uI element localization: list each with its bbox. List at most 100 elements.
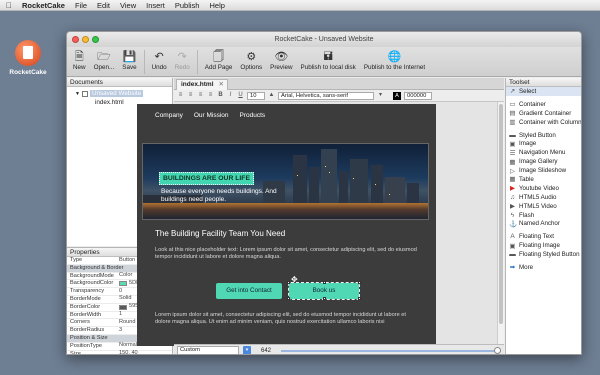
property-value[interactable]: 150, 40 [119,350,172,355]
tool-item[interactable]: ▣ Floating Image [506,241,581,250]
resize-handle[interactable] [287,281,290,284]
tool-item[interactable]: ▬ Floating Styled Button [506,250,581,259]
property-value-text: Button [119,256,136,263]
property-row[interactable]: Size 150, 40 [67,350,172,355]
nav-products[interactable]: Products [240,112,266,119]
tool-item[interactable]: ▷ Image Slideshow [506,166,581,175]
add-page-label: Add Page [204,64,233,71]
toolset-list: ↗ Select ▭ Container ▤ Gradient Container ▥ Con… [506,87,581,272]
toolbar-separator [143,50,145,74]
preview-button[interactable]: 👁 Preview [266,47,296,71]
column-container-icon: ▥ [509,119,516,127]
color-swatch-icon[interactable]: A [393,91,401,100]
open-button[interactable]: 🗁 Open... [90,47,119,71]
tab-index-html[interactable]: index.html ✕ [176,79,228,90]
resize-handle[interactable] [358,297,361,300]
window-title: RocketCake - Unsaved Website [274,36,374,43]
add-page-button[interactable]: 🗍 Add Page [201,47,237,71]
tool-item[interactable]: ▣ Image [506,139,581,148]
menu-file[interactable]: File [75,1,87,10]
resize-handle[interactable] [287,297,290,300]
get-into-contact-button[interactable]: Get into Contact [216,283,282,299]
tool-item[interactable]: ▭ Container [506,100,581,109]
tool-item[interactable]: ▶ HTML5 Video [506,202,581,211]
tool-item[interactable]: ➡ More [506,263,581,272]
tool-item[interactable]: ♫ HTML5 Audio [506,193,581,202]
tool-item[interactable]: ▦ Table [506,175,581,184]
zoom-window-button[interactable] [92,36,99,43]
page-paragraph-2[interactable]: Lorem ipsum dolor sit amet, consectetur … [155,312,421,326]
resize-handle[interactable] [323,281,326,284]
gradient-container-icon: ▤ [509,110,516,118]
close-window-button[interactable] [72,36,79,43]
close-tab-icon[interactable]: ✕ [219,80,224,90]
property-value-text: 150, 40 [119,350,138,355]
tool-item-label: Container [519,100,546,108]
tool-item[interactable]: A Floating Text [506,232,581,241]
tool-item[interactable]: ▦ Image Gallery [506,157,581,166]
menu-help[interactable]: Help [209,1,224,10]
publish-internet-icon: 🌐 [387,51,402,63]
redo-button[interactable]: ↷ Redo [171,47,194,71]
resize-handle[interactable] [323,297,326,300]
publish-local-button[interactable]: 🖬 Publish to local disk [297,47,360,71]
hero-image[interactable]: BUILDINGS ARE OUR LIFE Because everyone … [142,143,429,220]
align-center-icon[interactable]: ≡ [187,92,194,99]
desktop-app-icon[interactable]: RocketCake [8,40,48,76]
resize-handle[interactable] [358,281,361,284]
menu-publish[interactable]: Publish [175,1,200,10]
nav-our-mission[interactable]: Our Mission [194,112,229,119]
color-swatch[interactable] [119,281,127,287]
tool-item[interactable]: ▬ Styled Button [506,131,581,140]
desktop-icon-label: RocketCake [9,69,47,76]
page-paragraph[interactable]: Look at this nice placeholder text: Lore… [155,247,421,261]
tool-item[interactable]: ↗ Select [506,87,581,96]
undo-button[interactable]: ↶ Undo [148,47,171,71]
tool-item-label: Select [519,87,537,95]
tool-item[interactable]: ☰ Navigation Menu [506,148,581,157]
container-icon: ▭ [509,101,516,109]
minimize-window-button[interactable] [82,36,89,43]
tree-root-item[interactable]: ▼ Unsaved Website [75,89,172,98]
hero-banner-text[interactable]: BUILDINGS ARE OUR LIFE [159,172,254,185]
window-titlebar[interactable]: RocketCake - Unsaved Website [67,32,581,47]
menu-app-name[interactable]: RocketCake [22,1,65,10]
page-canvas[interactable]: Company Our Mission Products BUILDINGS A… [137,104,436,346]
tool-item-label: Gradient Container [519,109,572,117]
disclosure-triangle-icon[interactable]: ▼ [75,91,80,97]
bold-icon[interactable]: B [217,92,224,99]
justify-icon[interactable]: ≡ [207,92,214,99]
publish-internet-label: Publish to the Internet [363,64,426,71]
font-family-select[interactable]: Arial, Helvetica, sans-serif [278,91,374,100]
text-color-icon[interactable]: ▲ [268,92,275,99]
publish-internet-button[interactable]: 🌐 Publish to the Internet [360,47,429,71]
align-left-icon[interactable]: ≡ [177,92,184,99]
apple-icon[interactable]:  [6,1,12,10]
hero-subtext[interactable]: Because everyone needs buildings. And bu… [161,188,301,204]
menu-view[interactable]: View [120,1,136,10]
color-value-field[interactable]: 000000 [404,91,432,100]
move-handle-icon[interactable]: ✥ [291,275,298,284]
save-button[interactable]: 💾 Save [118,47,140,71]
underline-icon[interactable]: U [237,92,244,99]
gallery-icon: ▦ [509,158,516,166]
menu-insert[interactable]: Insert [146,1,165,10]
menu-edit[interactable]: Edit [97,1,110,10]
preview-icon: 👁 [274,51,289,63]
tool-item[interactable]: ▶ Youtube Video [506,184,581,193]
tool-item[interactable]: ▥ Container with Column [506,118,581,127]
options-button[interactable]: ⚙ Options [236,47,266,71]
property-value-text: Solid [119,295,132,302]
tool-item[interactable]: ⚓ Named Anchor [506,219,581,228]
dropdown-chevron-icon[interactable]: ▾ [377,92,384,99]
font-size-select[interactable]: 10 [247,91,265,100]
italic-icon[interactable]: I [227,92,234,99]
new-button[interactable]: 🗎 New [69,47,90,71]
page-heading[interactable]: The Building Facility Team You Need [155,229,285,238]
checkbox-icon[interactable] [81,90,88,97]
align-right-icon[interactable]: ≡ [197,92,204,99]
tool-item[interactable]: ϟ Flash [506,211,581,220]
color-swatch[interactable] [119,304,127,310]
nav-company[interactable]: Company [155,112,183,119]
tool-item[interactable]: ▤ Gradient Container [506,109,581,118]
